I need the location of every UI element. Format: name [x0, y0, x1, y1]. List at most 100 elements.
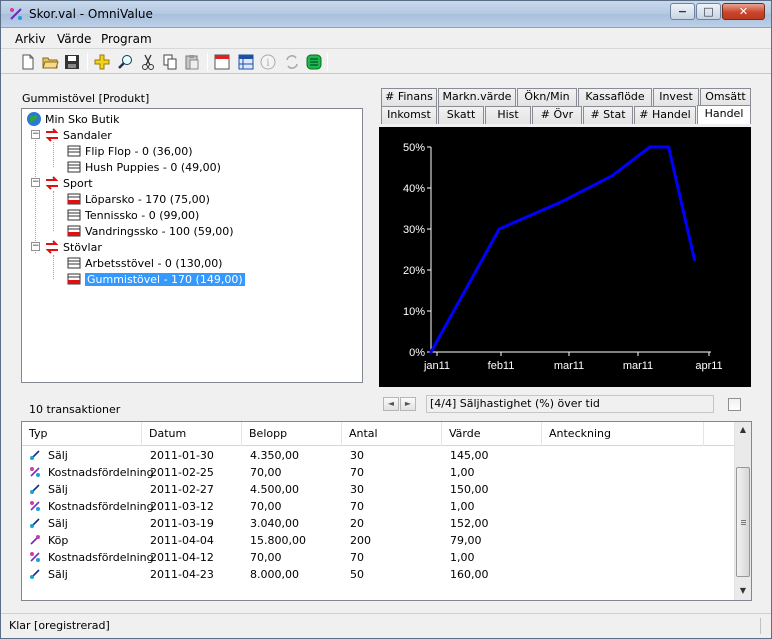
globe-icon: [27, 112, 41, 126]
tree-item-hush-puppies[interactable]: Hush Puppies - 0 (49,00): [66, 159, 221, 175]
menu-program[interactable]: Program: [101, 32, 152, 46]
tree-root-node[interactable]: Min Sko Butik: [26, 111, 119, 127]
save-disk-icon[interactable]: [63, 53, 81, 71]
column-header-datum[interactable]: Datum: [142, 422, 242, 446]
shoe-box-icon: [67, 257, 81, 269]
cell-value: 79,00: [450, 534, 482, 547]
y-tick-label: 10%: [403, 306, 425, 318]
tree-expander[interactable]: −: [31, 130, 40, 139]
cell-amount: 8.000,00: [250, 568, 299, 581]
new-document-icon[interactable]: [19, 53, 37, 71]
app-window: Skor.val - OmniValue − □ ✕ Arkiv Värde P…: [0, 0, 772, 639]
table-row[interactable]: Sälj 2011-04-23 8.000,00 50 160,00: [22, 566, 735, 583]
cell-qty: 20: [350, 517, 364, 530]
tab-finans[interactable]: # Finans: [381, 88, 437, 106]
cell-amount: 70,00: [250, 551, 282, 564]
tab-kassaflode[interactable]: Kassaflöde: [578, 88, 652, 106]
paste-icon[interactable]: [183, 53, 201, 71]
report-table-icon[interactable]: [237, 53, 255, 71]
table-row[interactable]: Kostnadsfördelning 2011-03-12 70,00 70 1,00: [22, 498, 735, 515]
tree-item-label: Flip Flop - 0 (36,00): [85, 144, 193, 158]
tree-group-label: Sandaler: [63, 128, 112, 142]
column-header-anteckning[interactable]: Anteckning: [542, 422, 704, 446]
tree-group-sandaler[interactable]: Sandaler: [44, 127, 112, 143]
tab-markn-varde[interactable]: Markn.värde: [438, 88, 516, 106]
minimize-button[interactable]: −: [670, 3, 695, 20]
title-bar: Skor.val - OmniValue − □ ✕: [1, 1, 771, 28]
tree-expander[interactable]: −: [31, 178, 40, 187]
tab-skatt[interactable]: Skatt: [438, 106, 484, 124]
tab-omsatt[interactable]: Omsätt: [700, 88, 751, 106]
table-row[interactable]: Köp 2011-04-04 15.800,00 200 79,00: [22, 532, 735, 549]
red-shoe-box-icon: [67, 225, 81, 237]
close-button[interactable]: ✕: [722, 3, 765, 20]
x-tick-label: mar11: [623, 360, 653, 372]
tree-item-flip-flop[interactable]: Flip Flop - 0 (36,00): [66, 143, 193, 159]
search-magnifier-icon[interactable]: [117, 53, 135, 71]
tab-okn-min[interactable]: Ökn/Min: [517, 88, 577, 106]
scroll-down-button[interactable]: ▼: [735, 583, 751, 599]
tab-inkomst[interactable]: Inkomst: [381, 106, 437, 124]
tree-connector: [53, 255, 54, 279]
menu-varde[interactable]: Värde: [57, 32, 91, 46]
tab-invest[interactable]: Invest: [653, 88, 699, 106]
add-plus-icon[interactable]: [93, 53, 111, 71]
table-row[interactable]: Sälj 2011-02-27 4.500,00 30 150,00: [22, 481, 735, 498]
table-row[interactable]: Sälj 2011-03-19 3.040,00 20 152,00: [22, 515, 735, 532]
tree-group-sport[interactable]: Sport: [44, 175, 93, 191]
data-point: [648, 145, 652, 149]
chart-caption: [4/4] Säljhastighet (%) över tid: [426, 395, 714, 413]
tree-item-tennissko[interactable]: Tennissko - 0 (99,00): [66, 207, 199, 223]
tree-expander[interactable]: −: [31, 242, 40, 251]
product-tree[interactable]: Min Sko Butik − Sandaler Flip Flop - 0 (…: [21, 108, 363, 383]
chart-next-button[interactable]: ►: [400, 397, 416, 411]
table-row[interactable]: Kostnadsfördelning 2011-02-25 70,00 70 1,00: [22, 464, 735, 481]
cell-value: 1,00: [450, 551, 475, 564]
cell-date: 2011-04-12: [150, 551, 214, 564]
tree-item-vandringssko[interactable]: Vandringssko - 100 (59,00): [66, 223, 234, 239]
tree-header-label: Gummistövel [Produkt]: [22, 92, 150, 105]
copy-icon[interactable]: [161, 53, 179, 71]
table-row[interactable]: Kostnadsfördelning 2011-04-12 70,00 70 1,00: [22, 549, 735, 566]
tab-handel[interactable]: Handel: [697, 105, 751, 124]
tab-stat[interactable]: # Stat: [583, 106, 633, 124]
cut-scissors-icon[interactable]: [139, 53, 157, 71]
transaction-list[interactable]: Typ Datum Belopp Antal Värde Anteckning …: [21, 421, 752, 601]
thumb-grip: [741, 520, 746, 521]
maximize-button[interactable]: □: [696, 3, 721, 20]
tab-handel-hash[interactable]: # Handel: [634, 106, 696, 124]
transaction-count: 10 transaktioner: [29, 403, 121, 416]
scroll-thumb[interactable]: [736, 467, 750, 577]
table-row[interactable]: Sälj 2011-01-30 4.350,00 30 145,00: [22, 447, 735, 464]
info-icon[interactable]: i: [259, 53, 277, 71]
tree-group-stovlar[interactable]: Stövlar: [44, 239, 102, 255]
tree-item-arbetsstovel[interactable]: Arbetsstövel - 0 (130,00): [66, 255, 222, 271]
chart-prev-button[interactable]: ◄: [383, 397, 399, 411]
chart-checkbox[interactable]: [728, 398, 741, 411]
thumb-grip: [741, 522, 746, 523]
scroll-up-button[interactable]: ▲: [735, 422, 751, 438]
vertical-scrollbar[interactable]: ▲ ▼: [734, 422, 751, 600]
column-header-antal[interactable]: Antal: [342, 422, 442, 446]
open-folder-icon[interactable]: [41, 53, 59, 71]
tree-item-gummistovel[interactable]: Gummistövel - 170 (149,00): [66, 271, 245, 287]
tree-group-label: Sport: [63, 176, 93, 190]
tree-item-label: Arbetsstövel - 0 (130,00): [85, 256, 223, 270]
tree-item-loparsko[interactable]: Löparsko - 170 (75,00): [66, 191, 210, 207]
column-header-typ[interactable]: Typ: [22, 422, 142, 446]
tree-item-label: Hush Puppies - 0 (49,00): [85, 160, 221, 174]
menu-arkiv[interactable]: Arkiv: [15, 32, 46, 46]
tab-ovr[interactable]: # Övr: [532, 106, 582, 124]
svg-text:i: i: [266, 58, 269, 69]
column-header-varde[interactable]: Värde: [442, 422, 542, 446]
calendar-icon[interactable]: [213, 53, 231, 71]
tree-root-label: Min Sko Butik: [45, 112, 120, 126]
tab-hist[interactable]: Hist: [485, 106, 531, 124]
cell-date: 2011-02-27: [150, 483, 214, 496]
buy-transaction-icon: [30, 535, 40, 545]
green-list-icon[interactable]: [305, 53, 323, 71]
refresh-arrows-icon[interactable]: [283, 53, 301, 71]
x-tick-label: apr11: [695, 360, 722, 372]
cell-qty: 200: [350, 534, 371, 547]
column-header-belopp[interactable]: Belopp: [242, 422, 342, 446]
